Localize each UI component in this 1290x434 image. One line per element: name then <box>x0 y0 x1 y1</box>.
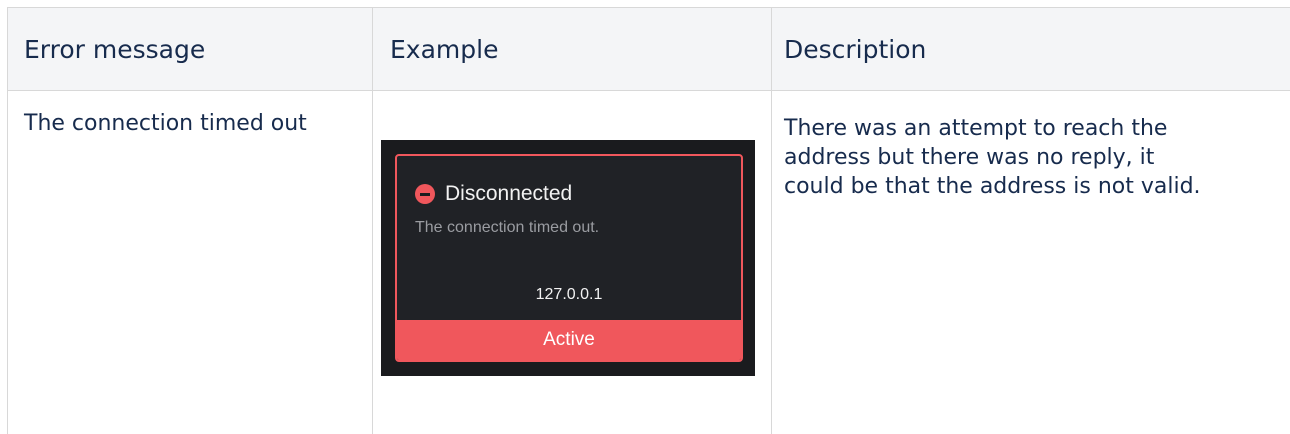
column-divider <box>771 8 772 434</box>
header-example: Example <box>390 34 499 64</box>
active-state-bar: Active <box>397 320 741 360</box>
status-message: The connection timed out. <box>415 219 600 236</box>
example-connection-card: Disconnected The connection timed out. 1… <box>381 140 755 376</box>
status-label: Disconnected <box>445 182 573 205</box>
description-line: address but there was no reply, it <box>784 145 1155 170</box>
header-error-message: Error message <box>24 34 206 64</box>
column-divider <box>372 8 373 434</box>
error-message-cell: The connection timed out <box>24 111 307 136</box>
header-description: Description <box>784 34 927 64</box>
description-cell: There was an attempt to reach the addres… <box>784 114 1201 201</box>
connection-widget: Disconnected The connection timed out. 1… <box>395 154 743 362</box>
table-header-row: Error message Example Description <box>8 8 1290 91</box>
status-line: Disconnected <box>415 182 572 206</box>
description-line: could be that the address is not valid. <box>784 174 1201 199</box>
connection-address: 127.0.0.1 <box>535 286 603 303</box>
description-line: There was an attempt to reach the <box>784 116 1168 141</box>
minus-circle-icon <box>415 184 435 204</box>
